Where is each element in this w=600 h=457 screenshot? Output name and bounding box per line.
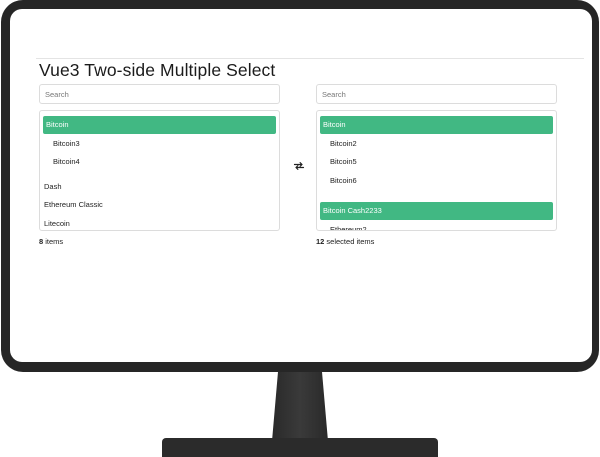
- left-search-input[interactable]: [39, 84, 280, 104]
- left-option-ethereum-classic[interactable]: Ethereum Classic: [43, 196, 276, 214]
- monitor-stand-base: [162, 438, 438, 457]
- right-selected-count: 12 selected items: [316, 237, 374, 246]
- monitor-screen: Vue3 Two-side Multiple Select Bitcoin Bi…: [10, 9, 592, 362]
- header-divider: [36, 58, 584, 59]
- page-title: Vue3 Two-side Multiple Select: [39, 60, 276, 80]
- left-option-list[interactable]: Bitcoin Bitcoin3 Bitcoin4 Dash Ethereum …: [39, 110, 280, 231]
- left-item-count: 8 items: [39, 237, 63, 246]
- left-group-bitcoin[interactable]: Bitcoin: [43, 116, 276, 134]
- right-option-bitcoin6[interactable]: Bitcoin6: [320, 172, 553, 190]
- right-option-bitcoin2[interactable]: Bitcoin2: [320, 135, 553, 153]
- swap-arrows-icon: [293, 162, 305, 170]
- left-option-bitcoin3[interactable]: Bitcoin3: [43, 135, 276, 153]
- swap-button[interactable]: [292, 159, 306, 173]
- right-option-ethereum2[interactable]: Ethereum2: [320, 221, 553, 230]
- right-option-list[interactable]: Bitcoin Bitcoin2 Bitcoin5 Bitcoin6 Bitco…: [316, 110, 557, 231]
- right-option-bitcoin5[interactable]: Bitcoin5: [320, 153, 553, 171]
- left-count-suffix: items: [43, 237, 64, 246]
- right-group-bitcoin-cash2233[interactable]: Bitcoin Cash2233: [320, 202, 553, 220]
- monitor-stand-neck: [271, 370, 329, 442]
- right-group-bitcoin[interactable]: Bitcoin: [320, 116, 553, 134]
- monitor-bezel: Vue3 Two-side Multiple Select Bitcoin Bi…: [1, 0, 599, 372]
- right-search-input[interactable]: [316, 84, 557, 104]
- right-count-suffix: selected items: [324, 237, 375, 246]
- left-option-dash[interactable]: Dash: [43, 178, 276, 196]
- left-option-litecoin[interactable]: Litecoin: [43, 215, 276, 230]
- left-option-bitcoin4[interactable]: Bitcoin4: [43, 153, 276, 171]
